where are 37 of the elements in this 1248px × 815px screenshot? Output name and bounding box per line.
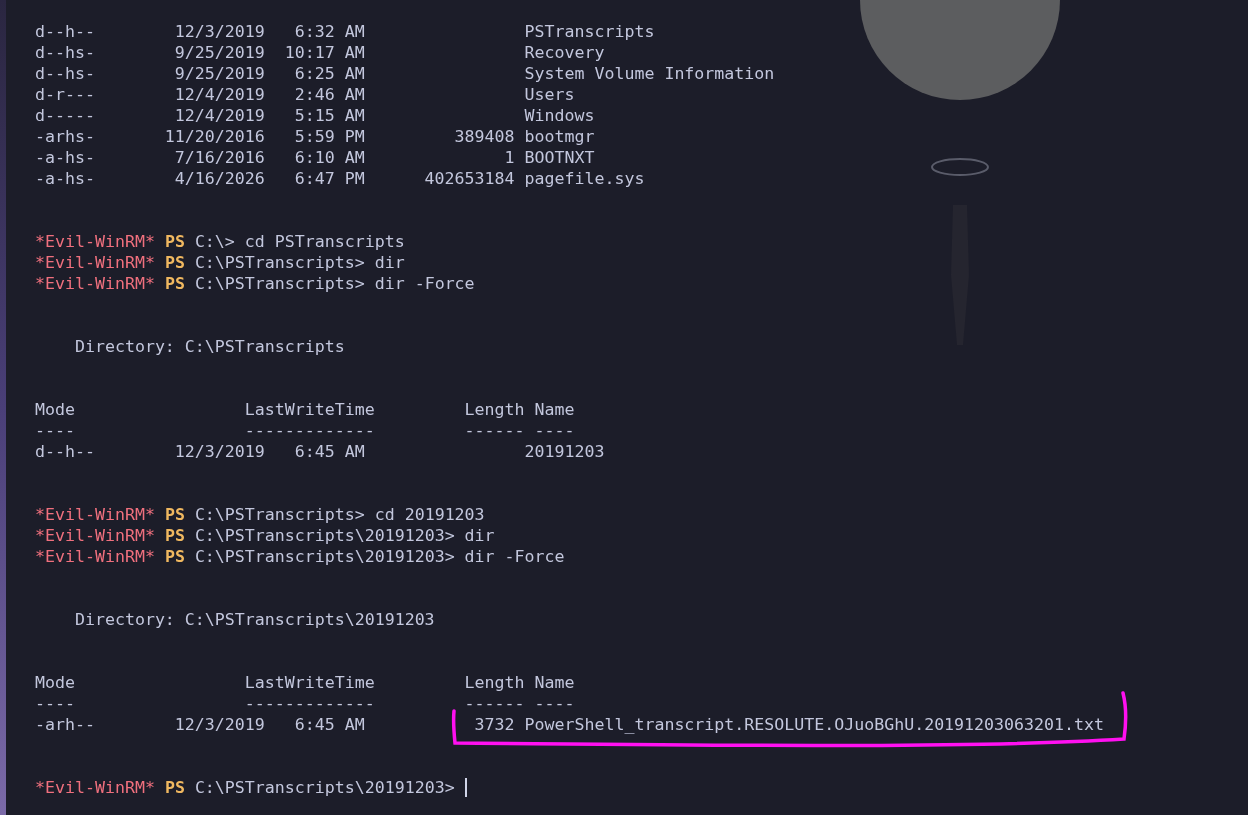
output-line: Mode LastWriteTime Length Name: [35, 400, 575, 419]
output-line: d--h-- 12/3/2019 6:45 AM 20191203: [35, 442, 605, 461]
command-text: C:\PSTranscripts\20191203> dir -Force: [194, 546, 565, 567]
output-line: d----- 12/4/2019 5:15 AM Windows: [35, 106, 595, 125]
prompt-marker: *Evil-WinRM*: [35, 231, 155, 252]
prompt-marker: *Evil-WinRM*: [35, 504, 155, 525]
output-line: -a-hs- 7/16/2016 6:10 AM 1 BOOTNXT: [35, 148, 595, 167]
output-line: ---- ------------- ------ ----: [35, 421, 575, 440]
output-line: d-r--- 12/4/2019 2:46 AM Users: [35, 85, 575, 104]
shell-label: PS: [164, 231, 185, 252]
prompt-marker: *Evil-WinRM*: [35, 273, 155, 294]
shell-label: PS: [164, 252, 185, 273]
output-line: -a-hs- 4/16/2026 6:47 PM 402653184 pagefile.sys: [35, 169, 645, 188]
output-line: d--h-- 12/3/2019 6:32 AM PSTranscripts: [35, 22, 655, 41]
command-text: C:\PSTranscripts\20191203>: [194, 777, 456, 798]
output-line: Directory: C:\PSTranscripts: [73, 337, 345, 356]
prompt-marker: *Evil-WinRM*: [35, 777, 155, 798]
output-line: ---- ------------- ------ ----: [35, 694, 575, 713]
shell-label: PS: [164, 777, 185, 798]
output-line: Mode LastWriteTime Length Name: [35, 673, 575, 692]
output-line: Directory: C:\PSTranscripts\20191203: [73, 610, 435, 629]
prompt-marker: *Evil-WinRM*: [35, 546, 155, 567]
command-text: C:\> cd PSTranscripts: [194, 231, 405, 252]
command-text: C:\PSTranscripts> dir: [194, 252, 405, 273]
prompt-marker: *Evil-WinRM*: [35, 525, 155, 546]
command-text: C:\PSTranscripts\20191203> dir: [194, 525, 495, 546]
output-line: -arh-- 12/3/2019 6:45 AM 3732 PowerShell_transcript.RESOLUTE.OJuoBGhU.20191203063201.txt: [35, 715, 1104, 734]
output-line: d--hs- 9/25/2019 10:17 AM Recovery: [35, 43, 605, 62]
command-text: C:\PSTranscripts> cd 20191203: [194, 504, 485, 525]
shell-label: PS: [164, 273, 185, 294]
shell-label: PS: [164, 525, 185, 546]
command-text: C:\PSTranscripts> dir -Force: [194, 273, 475, 294]
shell-label: PS: [164, 504, 185, 525]
output-line: -arhs- 11/20/2016 5:59 PM 389408 bootmgr: [35, 127, 595, 146]
output-line: d--hs- 9/25/2019 6:25 AM System Volume Information: [35, 64, 775, 83]
prompt-marker: *Evil-WinRM*: [35, 252, 155, 273]
shell-label: PS: [164, 546, 185, 567]
